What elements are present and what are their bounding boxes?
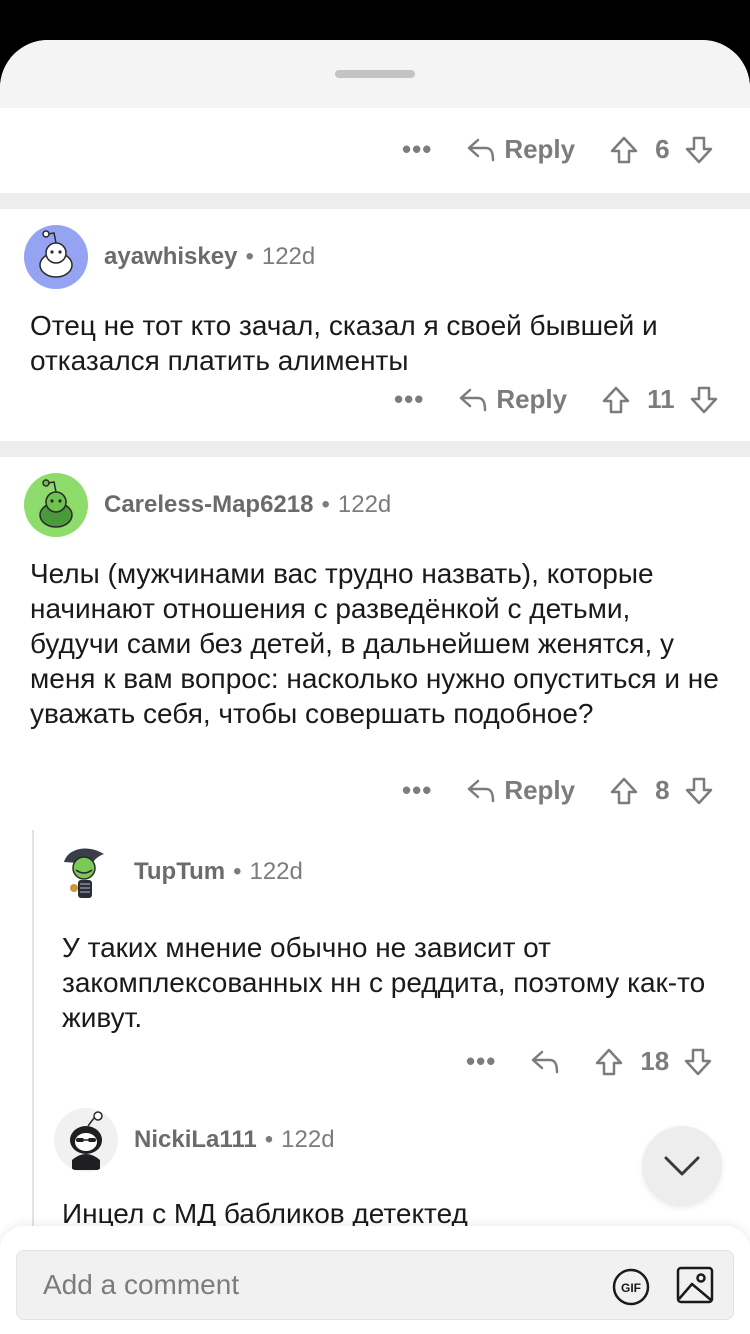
vote-count: 8 [655, 775, 670, 805]
more-options-button[interactable]: ••• [466, 1046, 496, 1077]
avatar[interactable] [24, 473, 88, 537]
comment-input-placeholder: Add a comment [43, 1269, 240, 1300]
reply-button[interactable]: Reply [458, 384, 567, 415]
downvote-icon[interactable] [683, 1047, 713, 1077]
meta-separator: • [264, 1126, 274, 1153]
more-options-button[interactable]: ••• [402, 134, 432, 165]
meta-separator: • [233, 858, 242, 885]
downvote-icon[interactable] [684, 776, 714, 806]
comment-separator [0, 441, 750, 457]
comment-header: NickiLa111 • 122d [54, 1108, 335, 1172]
vote-count: 18 [640, 1046, 670, 1076]
comment-header: TupTum • 122d [54, 840, 303, 904]
snoo-avatar-icon [39, 230, 73, 278]
comment-header: ayawhiskey • 122d [24, 225, 315, 289]
vote-count: 11 [647, 384, 675, 414]
reply-label: Reply [504, 775, 576, 805]
comment-age: 122d [249, 858, 303, 885]
more-options-button[interactable]: ••• [394, 384, 424, 415]
comment-age: 122d [261, 243, 316, 270]
meta-separator: • [245, 243, 254, 270]
comment-input[interactable]: Add a comment GIF [16, 1250, 734, 1320]
avatar[interactable] [24, 225, 88, 289]
upvote-icon[interactable] [609, 776, 639, 806]
gif-icon-label: GIF [621, 1281, 641, 1295]
comment-header: Careless-Map6218 • 122d [24, 473, 391, 537]
snoo-sunglasses-avatar-icon [70, 1111, 103, 1170]
username[interactable]: TupTum [134, 858, 225, 886]
reply-label: Reply [504, 134, 576, 164]
reply-arrow-icon [532, 1050, 559, 1073]
reply-arrow-icon [468, 779, 495, 802]
comment-composer: Add a comment GIF [0, 1226, 750, 1334]
reply-button[interactable] [530, 1049, 560, 1075]
comment-separator [0, 193, 750, 209]
chevron-down-icon [664, 1156, 700, 1176]
comment-text: Отец не тот кто зачал, сказал я своей бы… [30, 310, 658, 376]
alien-avatar-icon [64, 848, 104, 898]
action-row: ••• Reply 11 [394, 384, 719, 415]
comment-age: 122d [337, 491, 392, 518]
comment-text: Челы (мужчинами вас трудно назвать), кот… [30, 558, 719, 729]
vote-count: 6 [655, 134, 670, 164]
reply-button[interactable]: Reply [466, 775, 575, 806]
reply-label: Reply [496, 384, 568, 414]
comments-sheet: ••• Reply 6 ayawhiskey • 122d Отец не то… [0, 40, 750, 1334]
username[interactable]: NickiLa111 [134, 1126, 257, 1154]
upvote-icon[interactable] [601, 385, 631, 415]
avatar[interactable] [54, 840, 118, 904]
comment-age: 122d [281, 1126, 335, 1153]
reply-arrow-icon [460, 388, 487, 411]
reply-arrow-icon [468, 138, 495, 161]
more-options-button[interactable]: ••• [402, 775, 432, 806]
avatar[interactable] [54, 1108, 118, 1172]
action-row: ••• Reply 8 [402, 775, 714, 806]
snoo-avatar-icon [39, 479, 73, 528]
username[interactable]: ayawhiskey [104, 243, 237, 271]
action-row: ••• Reply 6 [402, 134, 714, 165]
username[interactable]: Careless-Map6218 [104, 491, 313, 519]
image-upload-icon[interactable] [675, 1265, 715, 1305]
upvote-icon[interactable] [594, 1047, 624, 1077]
upvote-icon[interactable] [609, 135, 639, 165]
meta-separator: • [321, 491, 330, 518]
gif-icon[interactable]: GIF [611, 1267, 651, 1307]
action-row: ••• 18 [466, 1046, 713, 1077]
sheet-header[interactable] [0, 40, 750, 108]
scroll-down-button[interactable] [642, 1126, 722, 1206]
drag-handle[interactable] [335, 70, 415, 78]
comment-list: ••• Reply 6 ayawhiskey • 122d Отец не то… [0, 108, 750, 1334]
downvote-icon[interactable] [689, 385, 719, 415]
comment-text: У таких мнение обычно не зависит от зако… [62, 932, 706, 1033]
reply-button[interactable]: Reply [466, 134, 575, 165]
downvote-icon[interactable] [684, 135, 714, 165]
